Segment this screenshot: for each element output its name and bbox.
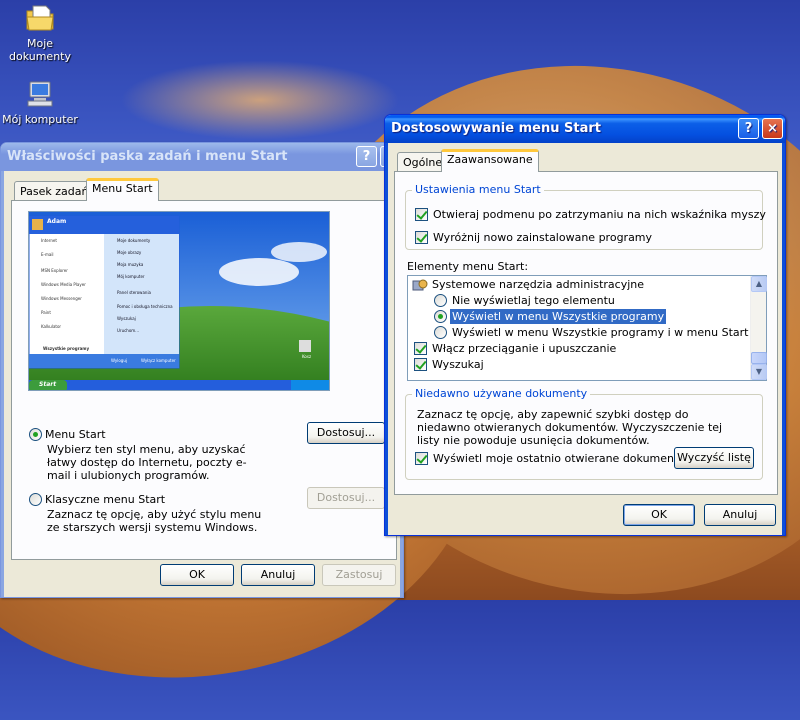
my-documents-icon — [26, 5, 54, 31]
preview-program: Windows Media Player — [41, 282, 86, 287]
preview-program: Windows Messenger — [41, 296, 82, 301]
list-checkbox[interactable] — [414, 342, 427, 355]
checkbox-show-recent-documents[interactable] — [415, 452, 428, 465]
tab-panel: Adam Internet E-mail MSN Explorer Window… — [11, 200, 397, 560]
tab-taskbar[interactable]: Pasek zadań — [14, 181, 95, 201]
preview-user-name: Adam — [47, 218, 67, 225]
checkbox-highlight-new-programs-label[interactable]: Wyróżnij nowo zainstalowane programy — [433, 231, 652, 244]
list-checkbox-label[interactable]: Włącz przeciąganie i upuszczanie — [432, 342, 616, 355]
list-radio[interactable] — [434, 294, 447, 307]
preview-place: Panel sterowania — [117, 290, 151, 295]
my-computer-icon — [27, 81, 53, 107]
checkbox-open-submenus[interactable] — [415, 208, 428, 221]
radio-classic-menu-label[interactable]: Klasyczne menu Start — [45, 493, 165, 506]
preview-start-button: Start — [39, 381, 57, 388]
start-menu-preview: Adam Internet E-mail MSN Explorer Window… — [28, 211, 330, 391]
tab-label: Menu Start — [92, 182, 153, 195]
apply-button: Zastosuj — [322, 564, 396, 586]
preview-program: E-mail — [41, 252, 54, 257]
preview-place: Mój komputer — [117, 274, 145, 279]
tab-label: Zaawansowane — [447, 153, 533, 166]
window-body: Pasek zadań Menu Start Adam Internet E-m… — [4, 171, 400, 594]
customize-start-menu-window: Dostosowywanie menu Start ? × Ogólne Zaa… — [384, 114, 786, 536]
cancel-button[interactable]: Anuluj — [241, 564, 315, 586]
scroll-up-arrow-icon[interactable]: ▲ — [751, 276, 767, 292]
window-frame — [782, 143, 785, 535]
admin-tools-icon — [412, 279, 428, 291]
customize-classic-button: Dostosuj... — [307, 487, 385, 509]
list-radio-label-selected[interactable]: Wyświetl w menu Wszystkie programy — [450, 309, 667, 324]
preview-place: Moje obrazy — [117, 250, 142, 255]
window-title: Właściwości paska zadań i menu Start — [7, 149, 288, 164]
preview-program: MSN Explorer — [41, 268, 68, 273]
checkbox-show-recent-documents-label[interactable]: Wyświetl moje ostatnio otwierane dokumen… — [433, 452, 685, 465]
checkbox-highlight-new-programs[interactable] — [415, 231, 428, 244]
scroll-thumb[interactable] — [751, 352, 767, 364]
preview-program: Paint — [41, 310, 51, 315]
list-item-header: Systemowe narzędzia administracyjne — [432, 278, 645, 291]
desktop-icon-my-computer[interactable]: Mój komputer — [0, 78, 80, 126]
preview-shutdown: Wyłącz komputer — [141, 358, 176, 363]
radio-classic-menu[interactable] — [29, 493, 42, 506]
preview-program: Kalkulator — [41, 324, 62, 329]
tab-panel: Ustawienia menu Start Otwieraj podmenu p… — [394, 171, 778, 495]
tab-label: Pasek zadań — [20, 185, 89, 198]
preview-place: Wyszukaj — [117, 316, 136, 321]
list-checkbox-label[interactable]: Wyszukaj — [432, 358, 484, 371]
list-scrollbar[interactable]: ▲ ▼ — [750, 276, 767, 380]
preview-program: Internet — [41, 238, 57, 243]
list-radio[interactable] — [434, 310, 447, 323]
preview-logoff: Wyloguj — [111, 358, 127, 363]
radio-start-menu-description: Wybierz ten styl menu, aby uzyskać łatwy… — [47, 443, 247, 482]
desktop-icon-my-documents[interactable]: Moje dokumenty — [0, 2, 80, 63]
ok-button[interactable]: OK — [623, 504, 695, 526]
radio-start-menu[interactable] — [29, 428, 42, 441]
tab-advanced[interactable]: Zaawansowane — [441, 149, 539, 172]
radio-classic-menu-description: Zaznacz tę opcję, aby użyć stylu menu ze… — [47, 508, 262, 534]
group-title: Ustawienia menu Start — [412, 183, 544, 196]
list-radio-label[interactable]: Nie wyświetlaj tego elementu — [452, 294, 615, 307]
list-radio[interactable] — [434, 326, 447, 339]
preview-place: Uruchom... — [117, 328, 139, 333]
preview-place: Pomoc i obsługa techniczna — [117, 304, 173, 309]
customize-button[interactable]: Dostosuj... — [307, 422, 385, 444]
wallpaper-glow — [120, 60, 400, 140]
window-titlebar[interactable]: Dostosowywanie menu Start ? × — [385, 115, 785, 143]
taskbar-properties-window: Właściwości paska zadań i menu Start ? ×… — [0, 142, 404, 598]
preview-place: Moja muzyka — [117, 262, 144, 267]
cancel-button[interactable]: Anuluj — [704, 504, 776, 526]
tab-start-menu[interactable]: Menu Start — [86, 178, 159, 201]
preview-all-programs: Wszystkie programy — [43, 346, 90, 351]
help-button[interactable]: ? — [356, 146, 377, 167]
list-checkbox[interactable] — [414, 358, 427, 371]
preview-desktop-icon-label: Kosz — [302, 354, 312, 359]
window-body: Ogólne Zaawansowane Ustawienia menu Star… — [388, 143, 782, 532]
preview-place: Moje dokumenty — [117, 238, 151, 243]
window-titlebar[interactable]: Właściwości paska zadań i menu Start ? × — [1, 143, 403, 171]
preview-image — [29, 212, 329, 390]
radio-start-menu-label[interactable]: Menu Start — [45, 428, 106, 441]
ok-button[interactable]: OK — [160, 564, 234, 586]
clear-list-button[interactable]: Wyczyść listę — [674, 447, 754, 469]
recent-documents-description: Zaznacz tę opcję, aby zapewnić szybki do… — [417, 408, 723, 447]
list-radio-label[interactable]: Wyświetl w menu Wszystkie programy i w m… — [452, 326, 748, 339]
tab-label: Ogólne — [403, 156, 443, 169]
group-title: Niedawno używane dokumenty — [412, 387, 591, 400]
help-button[interactable]: ? — [738, 118, 759, 139]
desktop-icon-label: Moje dokumenty — [9, 37, 71, 63]
desktop-icon-label: Mój komputer — [2, 113, 78, 126]
scroll-down-arrow-icon[interactable]: ▼ — [751, 364, 767, 380]
checkbox-open-submenus-label[interactable]: Otwieraj podmenu po zatrzymaniu na nich … — [433, 208, 766, 221]
close-button[interactable]: × — [762, 118, 783, 139]
window-title: Dostosowywanie menu Start — [391, 121, 601, 136]
start-menu-items-label: Elementy menu Start: — [407, 260, 529, 273]
start-menu-items-list[interactable]: Systemowe narzędzia administracyjne Nie … — [407, 275, 767, 381]
